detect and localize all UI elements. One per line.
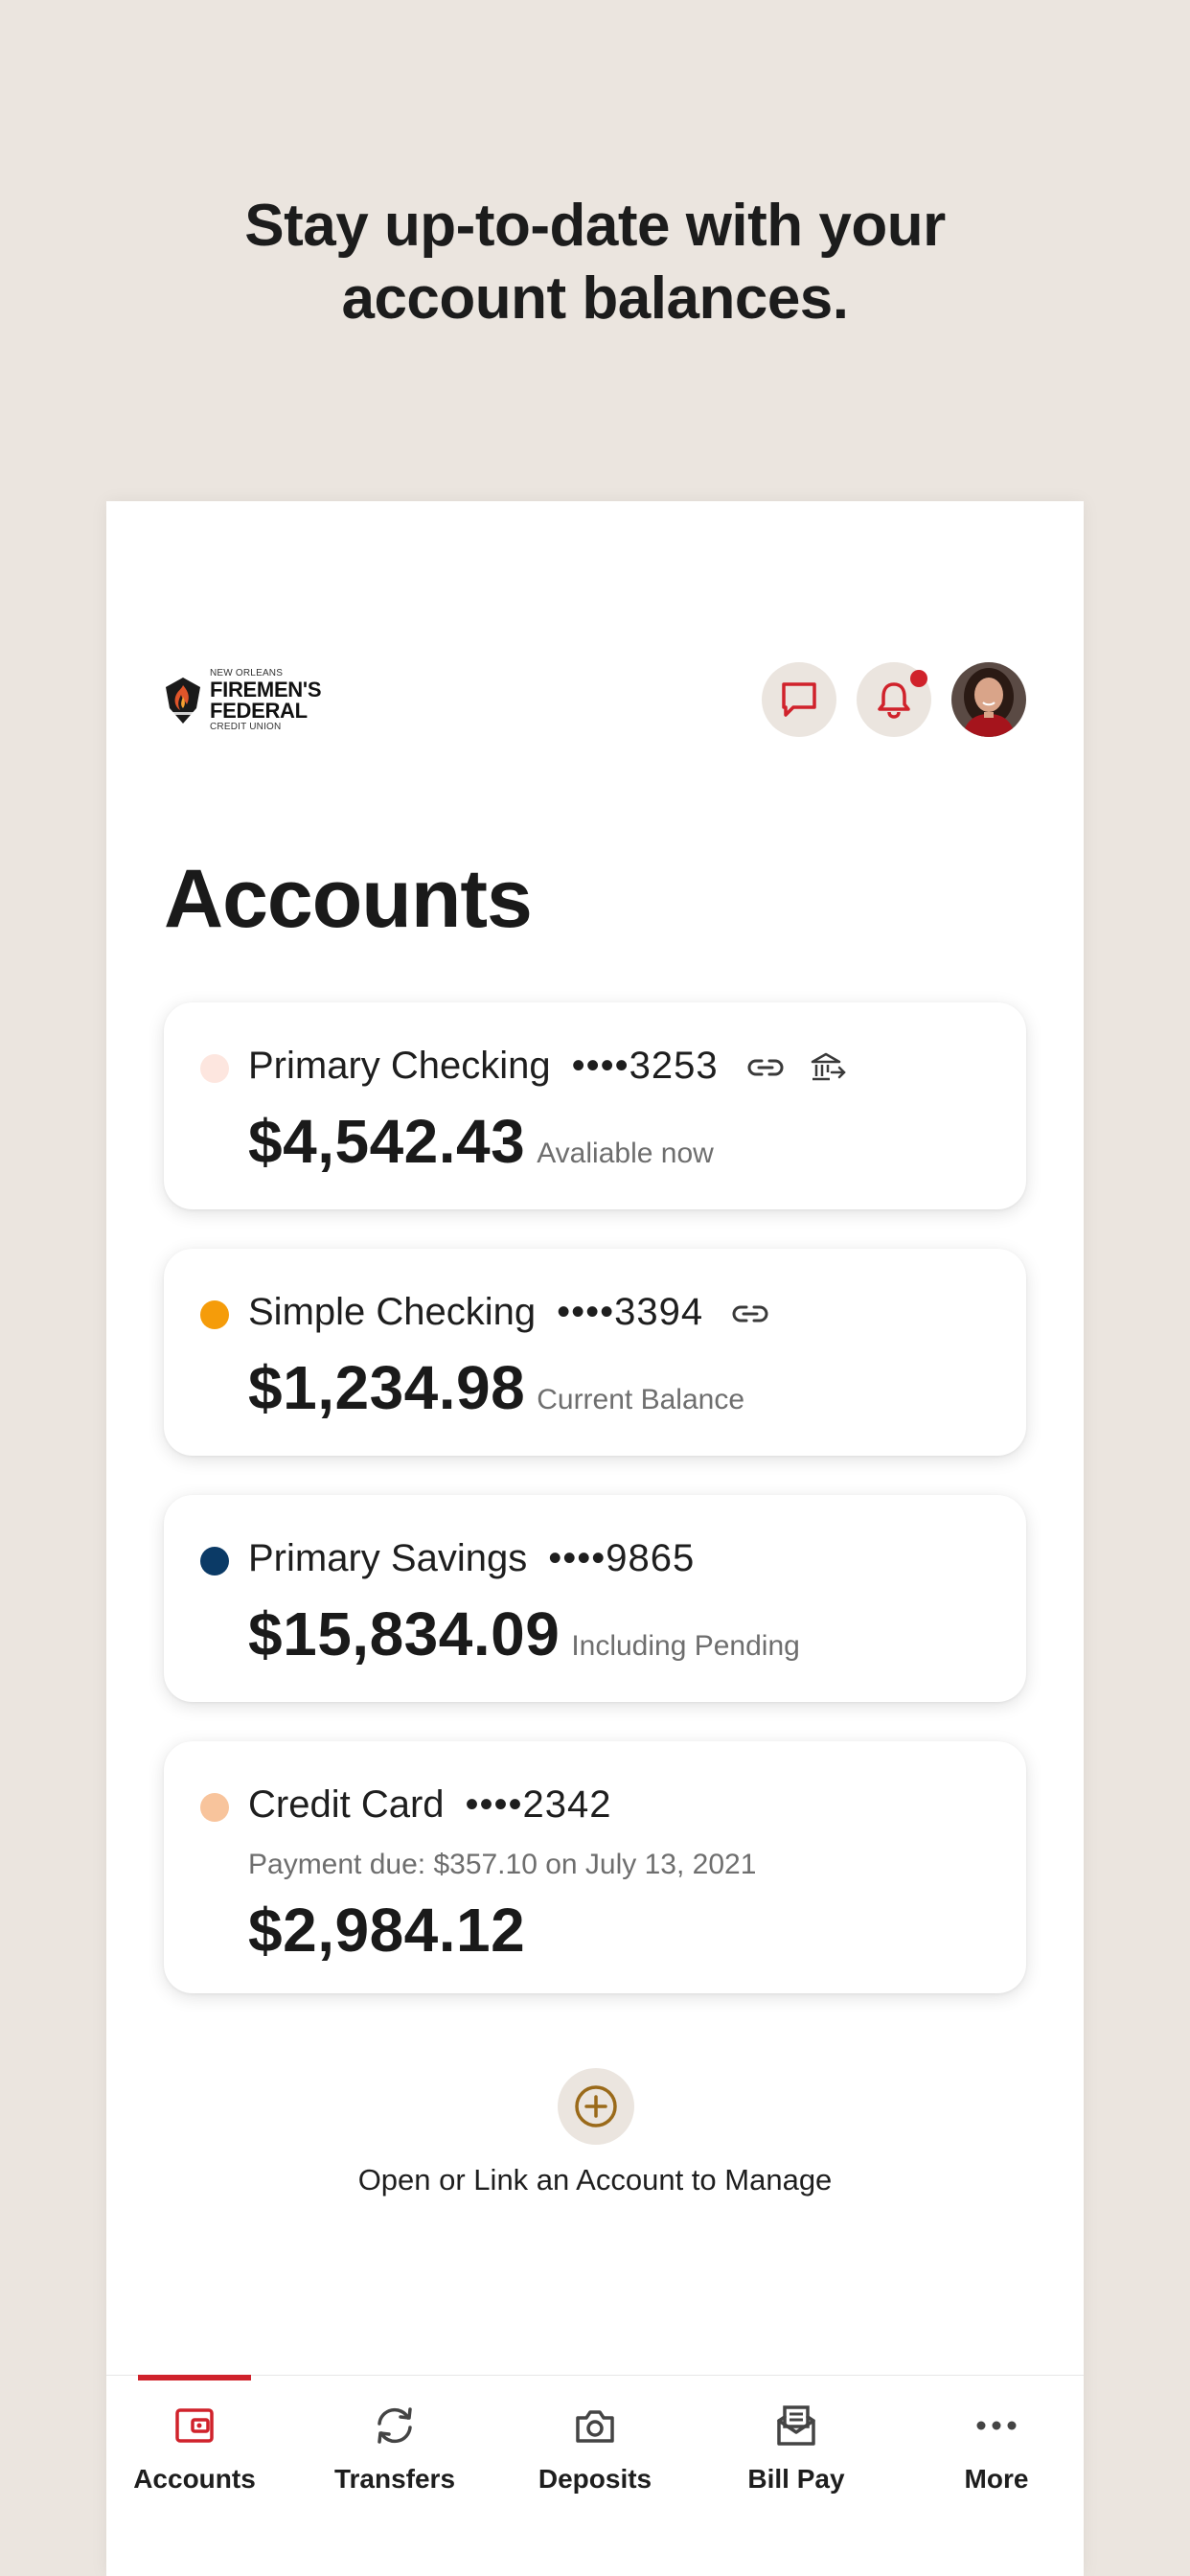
more-dots-icon [972, 2401, 1021, 2450]
account-color-dot [200, 1300, 229, 1329]
headline-line-2: account balances. [341, 265, 849, 332]
tab-bill-pay[interactable]: Bill Pay [710, 2397, 882, 2512]
phone-screen: NEW ORLEANS FIREMEN'S FEDERAL CREDIT UNI… [106, 501, 1084, 2576]
account-name-line: Credit Card ••••2342 [248, 1783, 612, 1827]
account-name-line: Primary Checking ••••3253 [248, 1045, 847, 1088]
account-balance-line: $15,834.09 Including Pending [248, 1598, 800, 1669]
headline-line-1: Stay up-to-date with your [244, 193, 946, 259]
tab-accounts[interactable]: Accounts [108, 2397, 281, 2512]
account-card-primary-savings[interactable]: Primary Savings ••••9865 $15,834.09 Includ… [164, 1495, 1026, 1702]
bank-transfer-icon [811, 1053, 846, 1081]
account-name: Primary Checking [248, 1045, 551, 1087]
account-balance: $4,542.43 [248, 1107, 526, 1176]
account-color-dot [200, 1547, 229, 1576]
account-number-mask: ••••3253 [571, 1045, 719, 1087]
account-name-line: Simple Checking ••••3394 [248, 1291, 769, 1334]
account-name: Credit Card [248, 1783, 445, 1826]
account-number-mask: ••••2342 [465, 1783, 612, 1826]
plus-circle-icon [575, 2085, 617, 2128]
bottom-tab-bar: Accounts Transfers Deposits Bill Pay Mor… [106, 2375, 1084, 2576]
chat-bubble-icon [782, 682, 816, 717]
account-balance: $1,234.98 [248, 1353, 526, 1422]
tab-deposits[interactable]: Deposits [509, 2397, 681, 2512]
balance-note: Current Balance [537, 1384, 745, 1415]
account-card-credit-card[interactable]: Credit Card ••••2342 Payment due: $357.10… [164, 1741, 1026, 1993]
account-balance: $2,984.12 [248, 1896, 526, 1965]
messages-button[interactable] [762, 662, 836, 737]
account-number-mask: ••••9865 [548, 1537, 696, 1579]
logo-subtitle-bottom: CREDIT UNION [210, 722, 282, 732]
account-number-mask: ••••3394 [557, 1291, 704, 1333]
avatar-photo [951, 662, 1026, 737]
account-balance: $15,834.09 [248, 1599, 561, 1668]
firemen-badge-icon [166, 678, 200, 724]
account-card-primary-checking[interactable]: Primary Checking ••••3253 $4,542.43 Avalia… [164, 1002, 1026, 1209]
account-card-simple-checking[interactable]: Simple Checking ••••3394 $1,234.98 Current… [164, 1249, 1026, 1456]
camera-icon [570, 2401, 620, 2450]
marketing-headline: Stay up-to-date with your account balanc… [0, 190, 1190, 335]
notifications-button[interactable] [857, 662, 931, 737]
account-balance-line: $4,542.43 Avaliable now [248, 1106, 714, 1177]
account-name: Simple Checking [248, 1291, 537, 1333]
logo-name: FIREMEN'S FEDERAL [210, 678, 322, 723]
tab-more[interactable]: More [910, 2397, 1083, 2512]
add-account-button[interactable] [558, 2068, 634, 2145]
account-name: Primary Savings [248, 1537, 528, 1579]
page-title: Accounts [164, 853, 533, 945]
credit-union-logo: NEW ORLEANS FIREMEN'S FEDERAL CREDIT UNI… [162, 669, 421, 732]
profile-avatar[interactable] [951, 662, 1026, 737]
tab-transfers[interactable]: Transfers [309, 2397, 481, 2512]
tab-label: More [964, 2464, 1029, 2494]
tab-label: Transfers [333, 2464, 456, 2494]
bell-icon [878, 682, 910, 719]
balance-note: Including Pending [571, 1630, 800, 1662]
account-balance-line: $1,234.98 Current Balance [248, 1352, 744, 1423]
tab-label: Bill Pay [747, 2464, 845, 2494]
balance-note: Avaliable now [537, 1138, 714, 1169]
tab-label: Deposits [538, 2464, 652, 2494]
account-color-dot [200, 1054, 229, 1083]
active-tab-indicator [138, 2375, 251, 2380]
tab-label: Accounts [133, 2464, 256, 2494]
account-name-line: Primary Savings ••••9865 [248, 1537, 695, 1580]
notification-badge [910, 670, 927, 687]
link-icon [732, 1305, 768, 1322]
payment-due-text: Payment due: $357.10 on July 13, 2021 [248, 1849, 757, 1880]
add-account-link[interactable]: Open or Link an Account to Manage [106, 2163, 1084, 2197]
wallet-icon [170, 2401, 219, 2450]
link-icon [747, 1059, 784, 1076]
refresh-arrows-icon [370, 2401, 420, 2450]
account-color-dot [200, 1793, 229, 1822]
envelope-tray-icon [771, 2401, 821, 2450]
